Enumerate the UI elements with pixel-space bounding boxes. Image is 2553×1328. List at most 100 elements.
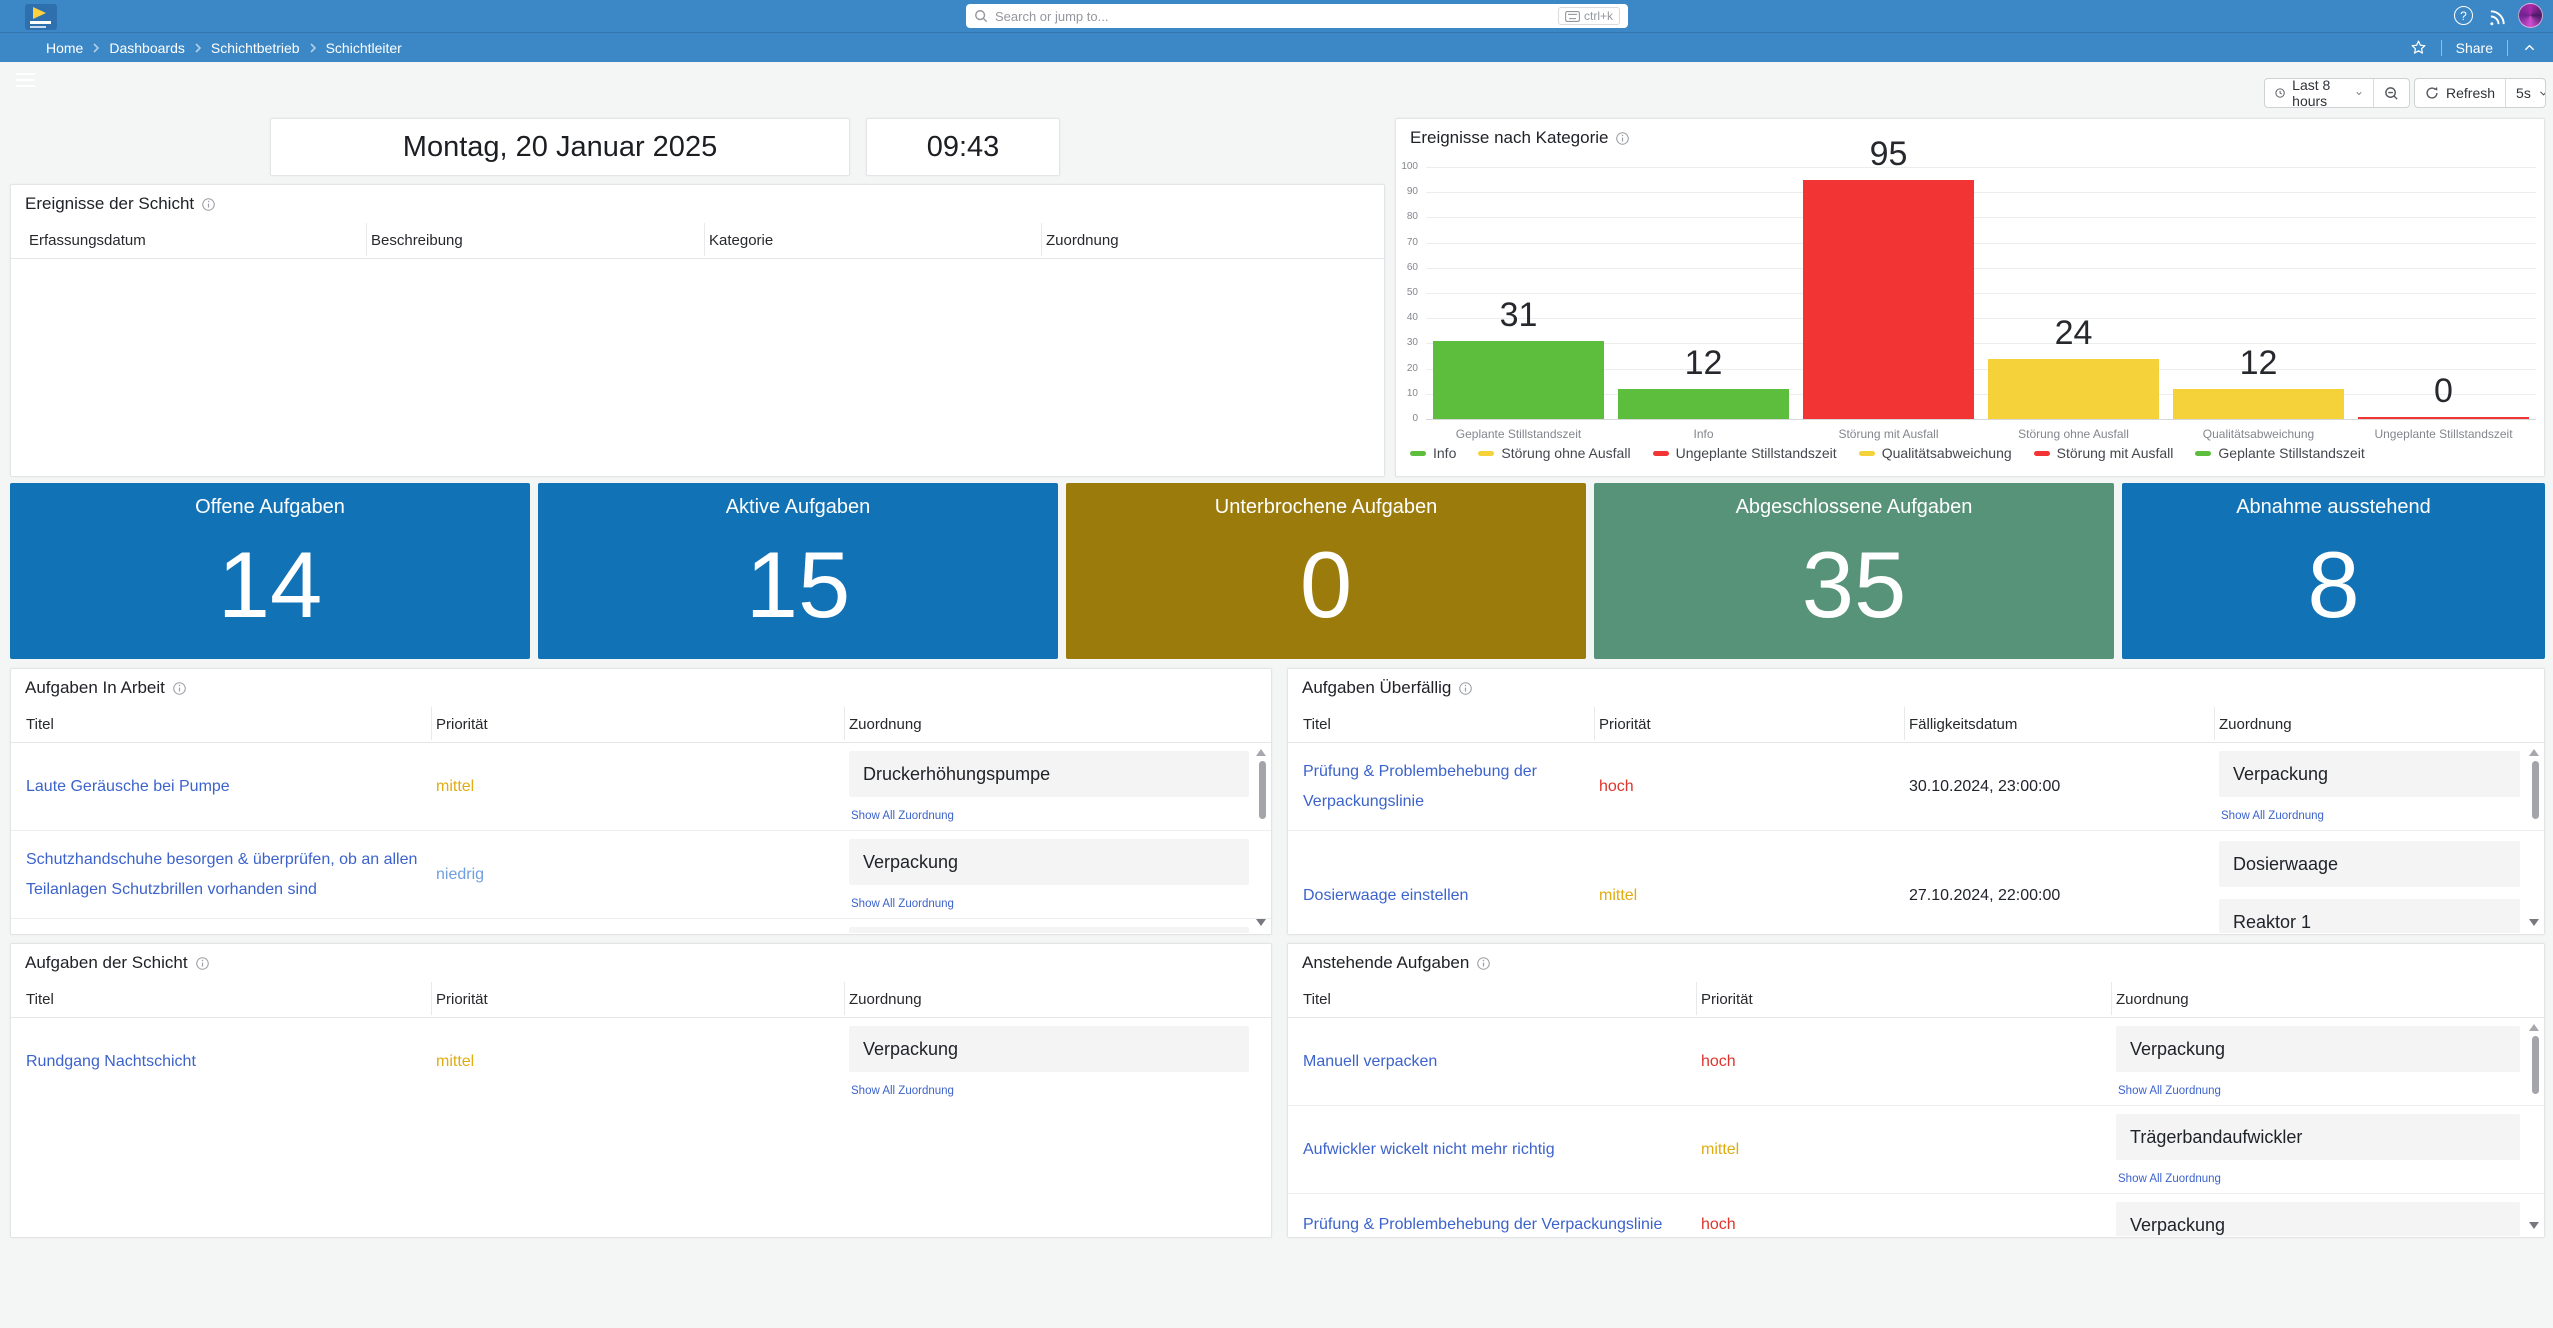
scroll-up-arrow[interactable] <box>2529 749 2539 756</box>
tasks-in-progress-panel: Aufgaben In Arbeit Titel Priorität Zuord… <box>10 668 1272 935</box>
show-all-link[interactable]: Show All Zuordnung <box>851 810 954 822</box>
scroll-down-arrow[interactable] <box>2529 1222 2539 1229</box>
navbar-row-2: Home Dashboards Schichtbetrieb Schichtle… <box>0 32 2553 62</box>
scroll-up-arrow[interactable] <box>1256 749 1266 756</box>
breadcrumb-home[interactable]: Home <box>46 40 83 56</box>
breadcrumb-separator-icon <box>92 42 100 54</box>
column-header[interactable]: Fälligkeitsdatum <box>1909 705 2017 743</box>
task-link[interactable]: Rundgang Nachtschicht <box>26 1047 196 1077</box>
assignment-chip: Verpackung <box>849 1026 1249 1072</box>
y-axis-tick: 40 <box>1396 312 1418 323</box>
help-icon[interactable]: ? <box>2454 6 2473 25</box>
panel-title: Aufgaben Überfällig <box>1302 678 1451 698</box>
table-body: Manuell verpacken hoch Verpackung Show A… <box>1288 1018 2544 1236</box>
priority-value: hoch <box>1599 778 1634 796</box>
info-icon[interactable] <box>173 682 186 695</box>
scrollbar-thumb[interactable] <box>1259 761 1266 819</box>
task-link[interactable]: Laute Geräusche bei Pumpe <box>26 772 230 802</box>
breadcrumb-dashboard[interactable]: Schichtleiter <box>326 40 402 56</box>
info-icon[interactable] <box>1477 957 1490 970</box>
scroll-down-arrow[interactable] <box>2529 919 2539 926</box>
column-header[interactable]: Zuordnung <box>2116 980 2189 1018</box>
legend-item[interactable]: Ungeplante Stillstandszeit <box>1653 445 1837 461</box>
search-input[interactable] <box>995 9 1551 24</box>
current-time: 09:43 <box>867 119 1059 175</box>
user-avatar[interactable] <box>2518 3 2543 28</box>
bar-value-label: 12 <box>2166 344 2351 383</box>
legend-item[interactable]: Störung mit Ausfall <box>2034 445 2174 461</box>
column-header[interactable]: Beschreibung <box>371 221 463 259</box>
favorite-star-icon[interactable] <box>2410 39 2427 56</box>
stat-active-tasks: Aktive Aufgaben 15 <box>538 483 1058 659</box>
info-icon[interactable] <box>1616 132 1629 145</box>
scroll-down-arrow[interactable] <box>1256 919 1266 926</box>
legend-item[interactable]: Qualitätsabweichung <box>1859 445 2012 461</box>
refresh-interval-select[interactable]: 5s <box>2506 79 2546 107</box>
task-link[interactable]: Manuell verpacken <box>1303 1047 1437 1077</box>
tasks-overdue-panel: Aufgaben Überfällig Titel Priorität Fäll… <box>1287 668 2545 935</box>
task-link[interactable]: Prüfung & Problembehebung der Verpackung… <box>1303 757 1603 817</box>
zoom-out-button[interactable] <box>2374 79 2409 107</box>
column-header[interactable]: Priorität <box>1599 705 1651 743</box>
legend-label: Info <box>1433 445 1456 461</box>
column-header[interactable]: Titel <box>26 705 54 743</box>
show-all-link[interactable]: Show All Zuordnung <box>851 898 954 910</box>
y-axis-tick: 80 <box>1396 211 1418 222</box>
task-link[interactable]: Aufwickler wickelt nicht mehr richtig <box>1303 1135 1555 1165</box>
column-header[interactable]: Priorität <box>436 980 488 1018</box>
scrollbar-thumb[interactable] <box>2532 1036 2539 1094</box>
show-all-link[interactable]: Show All Zuordnung <box>2118 1173 2221 1185</box>
scrollbar-thumb[interactable] <box>2532 761 2539 819</box>
time-panel: 09:43 <box>866 118 1060 176</box>
date-panel: Montag, 20 Januar 2025 <box>270 118 850 176</box>
column-header[interactable]: Titel <box>26 980 54 1018</box>
task-link[interactable]: Prüfung & Problembehebung der Verpackung… <box>1303 1210 1662 1236</box>
chart-bar <box>1433 341 1603 419</box>
chart-bar <box>1618 389 1788 419</box>
assignment-chip <box>849 927 1249 933</box>
column-header[interactable]: Priorität <box>436 705 488 743</box>
breadcrumb-folder[interactable]: Schichtbetrieb <box>211 40 300 56</box>
menu-toggle-icon[interactable] <box>16 73 35 87</box>
stat-completed-tasks: Abgeschlossene Aufgaben 35 <box>1594 483 2114 659</box>
scroll-up-arrow[interactable] <box>2529 1024 2539 1031</box>
show-all-link[interactable]: Show All Zuordnung <box>2118 1085 2221 1097</box>
refresh-button[interactable]: Refresh <box>2415 79 2506 107</box>
show-all-link[interactable]: Show All Zuordnung <box>2221 810 2324 822</box>
time-range-picker[interactable]: Last 8 hours <box>2265 79 2374 107</box>
column-header[interactable]: Erfassungsdatum <box>29 221 146 259</box>
panel-title: Ereignisse der Schicht <box>25 194 194 214</box>
column-header[interactable]: Zuordnung <box>849 705 922 743</box>
column-header[interactable]: Priorität <box>1701 980 1753 1018</box>
column-header[interactable]: Titel <box>1303 705 1331 743</box>
time-controls-group: Last 8 hours <box>2264 78 2410 108</box>
task-link[interactable]: Dosierwaage einstellen <box>1303 881 1468 911</box>
info-icon[interactable] <box>1459 682 1472 695</box>
clock-icon <box>2275 86 2285 100</box>
zoom-out-icon <box>2384 86 2399 101</box>
column-header[interactable]: Titel <box>1303 980 1331 1018</box>
legend-item[interactable]: Geplante Stillstandszeit <box>2195 445 2364 461</box>
search-bar[interactable]: ctrl+k <box>966 4 1628 28</box>
column-header[interactable]: Zuordnung <box>1046 221 1119 259</box>
collapse-chevron-up-icon[interactable] <box>2522 40 2537 55</box>
share-button[interactable]: Share <box>2456 40 2493 56</box>
bar-value-label: 95 <box>1796 135 1981 174</box>
chart-bar <box>1803 180 1973 419</box>
gridline <box>1426 167 2536 168</box>
column-header[interactable]: Zuordnung <box>849 980 922 1018</box>
legend-item[interactable]: Störung ohne Ausfall <box>1478 445 1630 461</box>
news-rss-icon[interactable] <box>2489 7 2508 26</box>
column-header[interactable]: Zuordnung <box>2219 705 2292 743</box>
assignment-chip: Verpackung <box>2219 751 2520 797</box>
app-logo[interactable] <box>25 4 57 30</box>
task-link[interactable]: Schutzhandschuhe besorgen & überprüfen, … <box>26 845 428 905</box>
column-header[interactable]: Kategorie <box>709 221 773 259</box>
bar-value-label: 24 <box>1981 314 2166 353</box>
panel-title: Aufgaben der Schicht <box>25 953 188 973</box>
breadcrumb-dashboards[interactable]: Dashboards <box>109 40 185 56</box>
info-icon[interactable] <box>196 957 209 970</box>
legend-item[interactable]: Info <box>1410 445 1456 461</box>
info-icon[interactable] <box>202 198 215 211</box>
show-all-link[interactable]: Show All Zuordnung <box>851 1085 954 1097</box>
